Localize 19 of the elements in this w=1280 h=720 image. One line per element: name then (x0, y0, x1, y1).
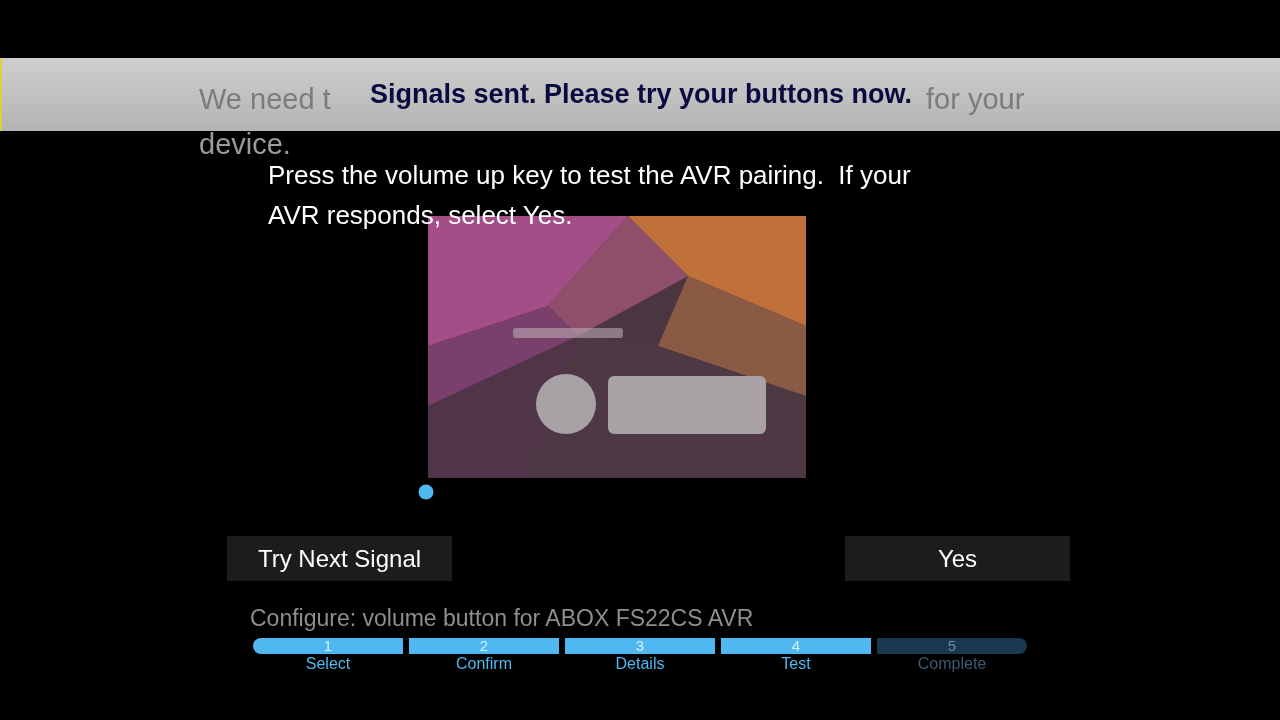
step-segment: 5 (877, 638, 1027, 654)
configure-caption: Configure: volume button for ABOX FS22CS AVR (249, 604, 754, 633)
step-segment: 3 (565, 638, 715, 654)
faded-prompt-text: device. (199, 127, 291, 162)
step-segment: 1 (253, 638, 403, 654)
banner-message: Signals sent. Please try your buttons now. (369, 78, 913, 112)
faded-prompt-text: We need t (199, 82, 331, 117)
step-segment: 4 (721, 638, 871, 654)
faded-prompt-text: for your (926, 82, 1025, 117)
step-label: Details (615, 654, 665, 674)
step-label: Confirm (456, 654, 512, 674)
action-button[interactable]: Try Next Signal (227, 536, 452, 581)
step-label: Test (781, 654, 811, 674)
dot-icon (418, 484, 434, 500)
step-segment: 2 (409, 638, 559, 654)
step-label: Select (305, 654, 351, 674)
action-button[interactable]: Yes (845, 536, 1070, 581)
instruction-text: Press the volume up key to test the AVR pairing. If your AVR responds, select Yes. (268, 159, 912, 232)
step-label: Complete (917, 654, 987, 674)
